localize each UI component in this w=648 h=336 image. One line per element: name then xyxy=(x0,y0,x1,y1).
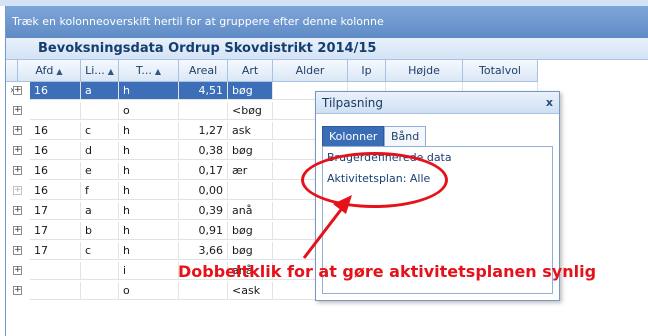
annotation-arrow xyxy=(302,195,352,259)
annotation-text: Dobbeltklik for at gøre aktivitetsplanen… xyxy=(178,262,597,281)
